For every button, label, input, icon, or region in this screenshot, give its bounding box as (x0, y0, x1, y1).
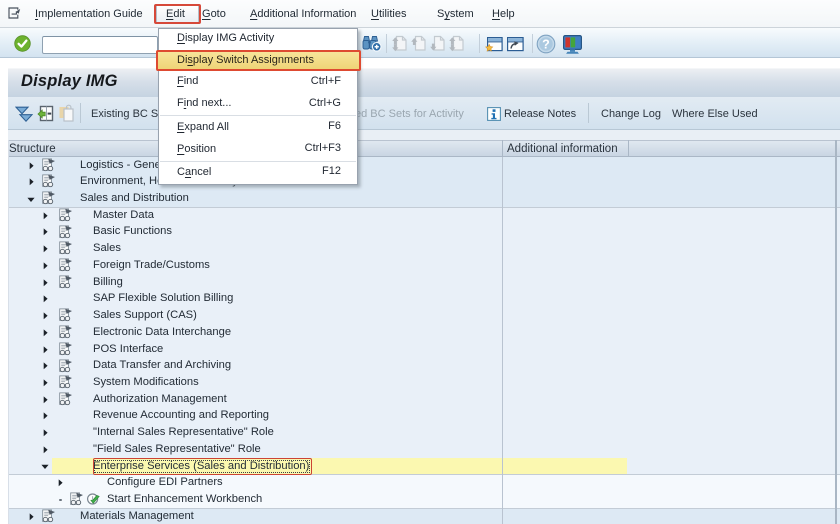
svg-text:?: ? (542, 37, 550, 51)
